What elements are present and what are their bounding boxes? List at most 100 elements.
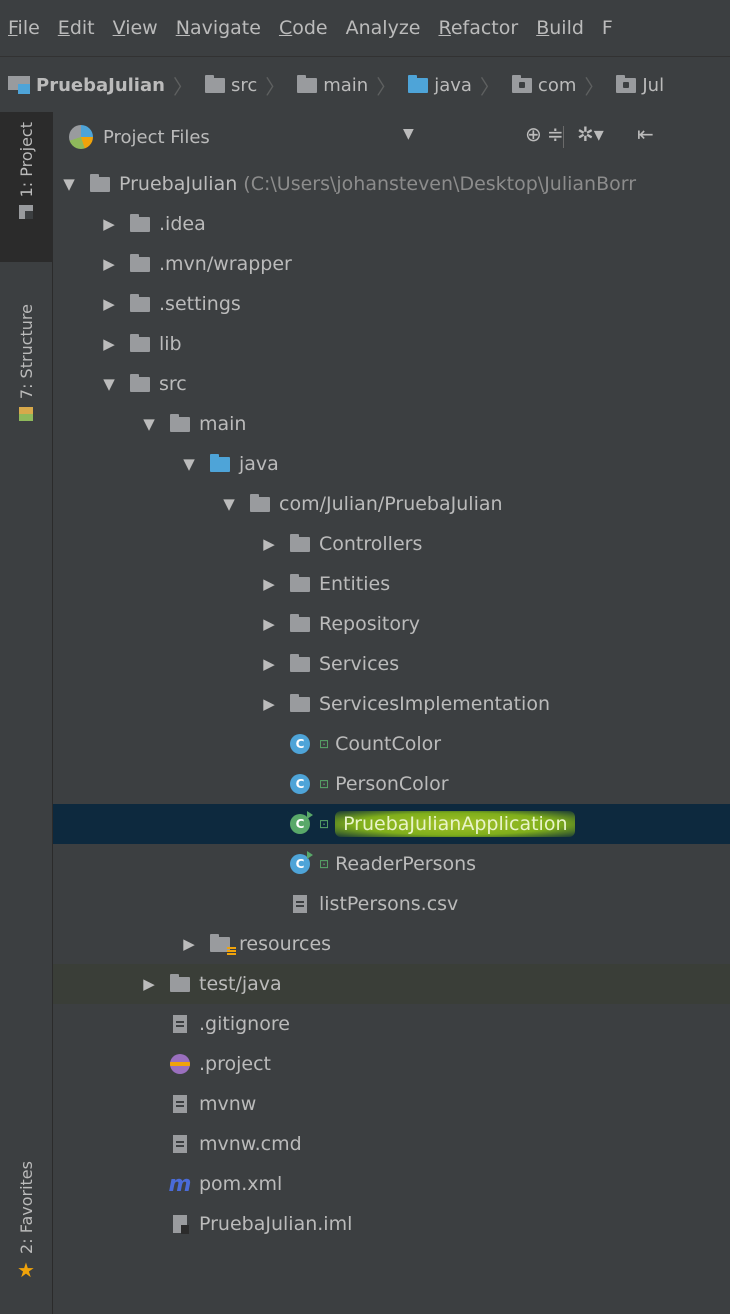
tree-node[interactable]: .gitignore [53,1004,730,1044]
tree-node[interactable]: ▶ Services [53,644,730,684]
menu-item-f[interactable]: F [593,17,622,39]
tree-node-label: Repository [319,613,420,635]
tree-icon-slot [287,653,313,672]
tree-node[interactable]: listPersons.csv [53,884,730,924]
tree-node[interactable]: mvnw [53,1084,730,1124]
tree-node[interactable]: ▼ PruebaJulian (C:\Users\johansteven\Desk… [53,164,730,204]
menu-item-view[interactable]: View [104,17,167,39]
folder-icon [130,253,150,272]
tree-node[interactable]: ▶ .mvn/wrapper [53,244,730,284]
tree-icon-slot [127,333,153,352]
chevron-right-icon[interactable]: ▶ [99,215,119,233]
class-icon: C [290,734,310,754]
chevron-right-icon[interactable]: ▶ [99,255,119,273]
folder-icon [130,373,150,392]
tree-node-name: src [159,373,187,395]
tree-icon-slot [87,173,113,192]
tab-favorites[interactable]: 2: Favorites ★ [0,1072,52,1282]
tree-node[interactable]: ▶ lib [53,324,730,364]
tree-icon-slot [127,213,153,232]
breadcrumb-item[interactable]: Jul [608,74,664,96]
tree-node[interactable]: ▶ Repository [53,604,730,644]
menu-item-code[interactable]: Code [270,17,337,39]
tree-node[interactable]: ▶ resources [53,924,730,964]
tree-node[interactable]: PruebaJulian.iml [53,1204,730,1244]
chevron-right-icon[interactable]: ▶ [259,695,279,713]
menu-item-navigate[interactable]: Navigate [167,17,270,39]
tree-node-label: java [239,453,279,475]
chevron-right-icon[interactable]: ▶ [99,335,119,353]
tree-node-name: mvnw.cmd [199,1133,302,1155]
menu-item-analyze[interactable]: Analyze [337,17,430,39]
chevron-right-icon: 〉 [376,74,397,99]
chevron-down-icon[interactable]: ▼ [139,415,159,433]
tree-node[interactable]: ▼ src [53,364,730,404]
tree-node-label: .mvn/wrapper [159,253,292,275]
tree-node-name: lib [159,333,182,355]
chevron-right-icon[interactable]: ▶ [259,575,279,593]
tree-node[interactable]: m pom.xml [53,1164,730,1204]
tree-node[interactable]: C ⊡ PruebaJulianApplication [53,804,730,844]
tree-node-name: .project [199,1053,271,1075]
tree-node-name: ReaderPersons [335,853,477,875]
tree-node[interactable]: ▼ com/Julian/PruebaJulian [53,484,730,524]
chevron-down-icon[interactable]: ▼ [179,455,199,473]
chevron-right-icon[interactable]: ▶ [259,535,279,553]
tree-node[interactable]: C ⊡ CountColor [53,724,730,764]
locate-icon[interactable]: ⊕ [525,122,542,146]
tree-icon-slot [287,573,313,592]
tree-node[interactable]: .project [53,1044,730,1084]
tree-node-name: mvnw [199,1093,257,1115]
project-icon [19,205,33,220]
tree-node-name: PersonColor [335,773,449,795]
chevron-right-icon[interactable]: ▶ [259,655,279,673]
access-modifier-icon: ⊡ [319,737,330,751]
tab-favorites-label: 2: Favorites [16,1161,36,1254]
menu-item-edit[interactable]: Edit [49,17,104,39]
chevron-right-icon[interactable]: ▶ [139,975,159,993]
menu-item-build[interactable]: Build [527,17,593,39]
package-icon [290,613,310,632]
chevron-down-icon[interactable]: ▼ [59,175,79,193]
tree-node[interactable]: mvnw.cmd [53,1124,730,1164]
tree-node[interactable]: C ⊡ PersonColor [53,764,730,804]
module-file-icon [173,1215,189,1234]
package-icon [616,74,637,93]
tab-structure[interactable]: 7: Structure [0,304,52,494]
project-icon [8,76,30,94]
tree-node[interactable]: ▶ Controllers [53,524,730,564]
tree-node[interactable]: ▶ .settings [53,284,730,324]
chevron-right-icon[interactable]: ▶ [179,935,199,953]
menu-item-refactor[interactable]: Refactor [429,17,527,39]
chevron-down-icon[interactable]: ▼ [403,126,414,142]
hide-icon[interactable]: ⇤ [637,122,654,146]
tree-node[interactable]: ▶ Entities [53,564,730,604]
breadcrumb-item[interactable]: main [289,74,368,96]
tree-node-label: Controllers [319,533,422,555]
tree-node[interactable]: ▶ ServicesImplementation [53,684,730,724]
breadcrumb-item[interactable]: com [504,74,576,96]
chevron-right-icon[interactable]: ▶ [259,615,279,633]
package-icon [290,533,310,552]
breadcrumb-item[interactable]: PruebaJulian [0,75,165,96]
tree-node[interactable]: ▼ main [53,404,730,444]
tree-node-label: main [199,413,246,435]
menu-label: Analyze [345,17,421,39]
package-icon [250,493,270,512]
tree-node[interactable]: C ⊡ ReaderPersons [53,844,730,884]
chevron-down-icon[interactable]: ▼ [219,495,239,513]
resources-marker [227,946,236,956]
tree-icon-slot: C [287,774,313,794]
chevron-right-icon[interactable]: ▶ [99,295,119,313]
tree-node[interactable]: ▶ .idea [53,204,730,244]
gear-icon[interactable]: ✲▾ [577,122,604,146]
tree-node[interactable]: ▶ test/java [53,964,730,1004]
tab-project[interactable]: 1: Project [0,112,52,262]
view-selector[interactable]: Project Files [103,127,210,148]
tree-node[interactable]: ▼ java [53,444,730,484]
chevron-down-icon[interactable]: ▼ [99,375,119,393]
menu-item-file[interactable]: File [0,17,49,39]
collapse-all-icon[interactable]: ≑ [547,122,564,146]
breadcrumb-item[interactable]: java [400,74,472,96]
breadcrumb-item[interactable]: src [197,74,257,96]
